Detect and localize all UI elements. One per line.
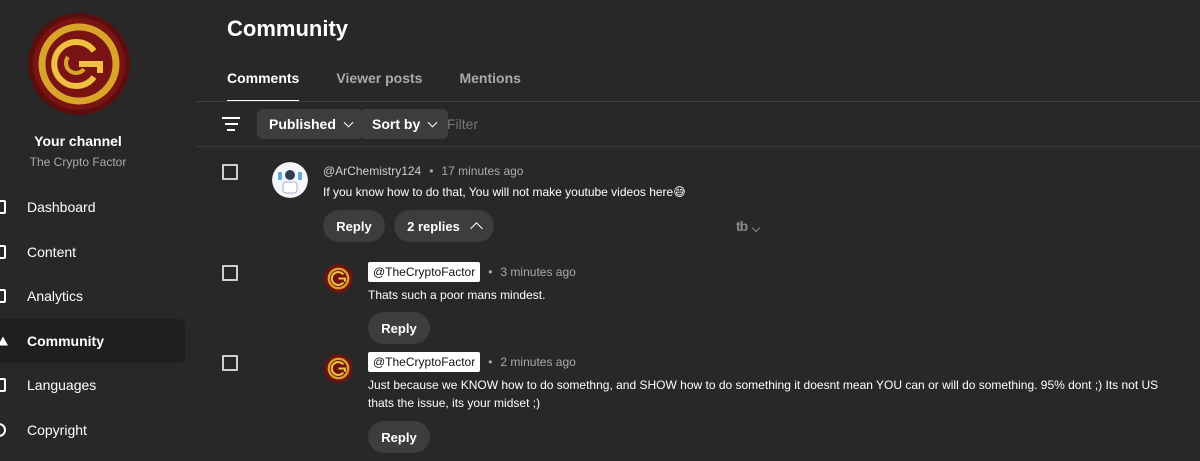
sidebar-item-label: Analytics <box>27 288 84 305</box>
reply-meta: @TheCryptoFactor • 3 minutes ago <box>368 262 576 282</box>
replies-count: 2 replies <box>407 218 460 234</box>
reply-meta: @TheCryptoFactor • 2 minutes ago <box>368 352 576 372</box>
divider <box>196 101 1200 102</box>
reply-text-line-2: thats the issue, its your midset ;) <box>368 396 541 410</box>
sidebar-item-label: Copyright <box>27 421 87 438</box>
main-content: Community Comments Viewer posts Mentions… <box>196 0 1200 461</box>
sort-by-chip[interactable]: Sort by <box>360 109 449 139</box>
sidebar-item-label: Languages <box>27 377 97 394</box>
page-title: Community <box>227 16 348 41</box>
sidebar-item-copyright[interactable]: Copyright <box>0 408 196 453</box>
comment-time[interactable]: 17 minutes ago <box>441 164 523 178</box>
reply-checkbox[interactable] <box>222 355 238 371</box>
reply-author-owner-badge[interactable]: @TheCryptoFactor <box>368 352 481 372</box>
reply-text-line-1: Just because we KNOW how to do somethng,… <box>368 378 1159 392</box>
sidebar-item-analytics[interactable]: Analytics <box>0 274 196 319</box>
comment-author[interactable]: @ArChemistry124 <box>323 164 421 178</box>
published-filter-chip[interactable]: Published <box>257 109 364 139</box>
filter-input[interactable]: Filter <box>447 116 478 132</box>
studio-app: Your channel The Crypto Factor Dashboard… <box>0 0 1200 461</box>
sidebar: Your channel The Crypto Factor Dashboard… <box>0 0 196 461</box>
tab-comments[interactable]: Comments <box>227 70 300 102</box>
channel-avatar[interactable] <box>324 354 353 383</box>
chevron-down-icon <box>343 117 354 127</box>
sidebar-item-dashboard[interactable]: Dashboard <box>0 185 196 230</box>
analytics-icon <box>0 289 6 304</box>
community-icon <box>0 336 8 346</box>
channel-title: Your channel <box>34 133 122 149</box>
comment-meta: @ArChemistry124 • 17 minutes ago <box>323 164 523 178</box>
copyright-icon <box>0 422 6 437</box>
published-label: Published <box>269 116 336 132</box>
languages-icon <box>0 378 6 393</box>
chevron-down-icon <box>427 117 438 127</box>
reply-time[interactable]: 2 minutes ago <box>500 355 575 369</box>
chevron-down-icon <box>751 223 761 233</box>
sidebar-item-languages[interactable]: Languages <box>0 363 196 408</box>
channel-avatar[interactable] <box>324 264 353 293</box>
reply-button[interactable]: Reply <box>368 312 430 344</box>
dashboard-icon <box>0 200 6 215</box>
comment-text: If you know how to do that, You will not… <box>323 185 686 199</box>
tab-mentions[interactable]: Mentions <box>459 70 520 102</box>
chevron-up-icon <box>470 222 483 235</box>
replies-toggle-button[interactable]: 2 replies <box>394 210 494 242</box>
sidebar-nav: Dashboard Content Analytics Community La… <box>0 185 196 452</box>
tab-bar: Comments Viewer posts Mentions <box>227 70 558 102</box>
reply-button[interactable]: Reply <box>368 421 430 453</box>
filter-bar: Published Sort by Filter <box>196 109 1200 139</box>
separator-dot: • <box>429 164 434 178</box>
sidebar-item-label: Dashboard <box>27 199 96 216</box>
comment-checkbox[interactable] <box>222 164 238 180</box>
reply-author-owner-badge[interactable]: @TheCryptoFactor <box>368 262 481 282</box>
reply-checkbox[interactable] <box>222 265 238 281</box>
sidebar-item-community[interactable]: Community <box>0 318 185 363</box>
commenter-avatar[interactable] <box>272 162 308 198</box>
filter-icon[interactable] <box>222 117 240 131</box>
reply-button[interactable]: Reply <box>323 210 385 242</box>
sort-by-label: Sort by <box>372 116 421 132</box>
sidebar-item-label: Community <box>27 332 104 349</box>
channel-logo[interactable] <box>28 13 130 115</box>
tab-viewer-posts[interactable]: Viewer posts <box>336 70 422 102</box>
reply-text: Thats such a poor mans mindest. <box>368 288 546 302</box>
content-icon <box>0 244 6 259</box>
separator-dot: • <box>488 265 493 279</box>
sidebar-item-content[interactable]: Content <box>0 230 196 275</box>
channel-name: The Crypto Factor <box>29 155 127 169</box>
tubebuddy-icon[interactable]: tb <box>736 218 761 234</box>
separator-dot: • <box>488 355 493 369</box>
divider <box>196 146 1200 147</box>
reply-time[interactable]: 3 minutes ago <box>500 265 575 279</box>
sidebar-item-label: Content <box>27 243 77 260</box>
